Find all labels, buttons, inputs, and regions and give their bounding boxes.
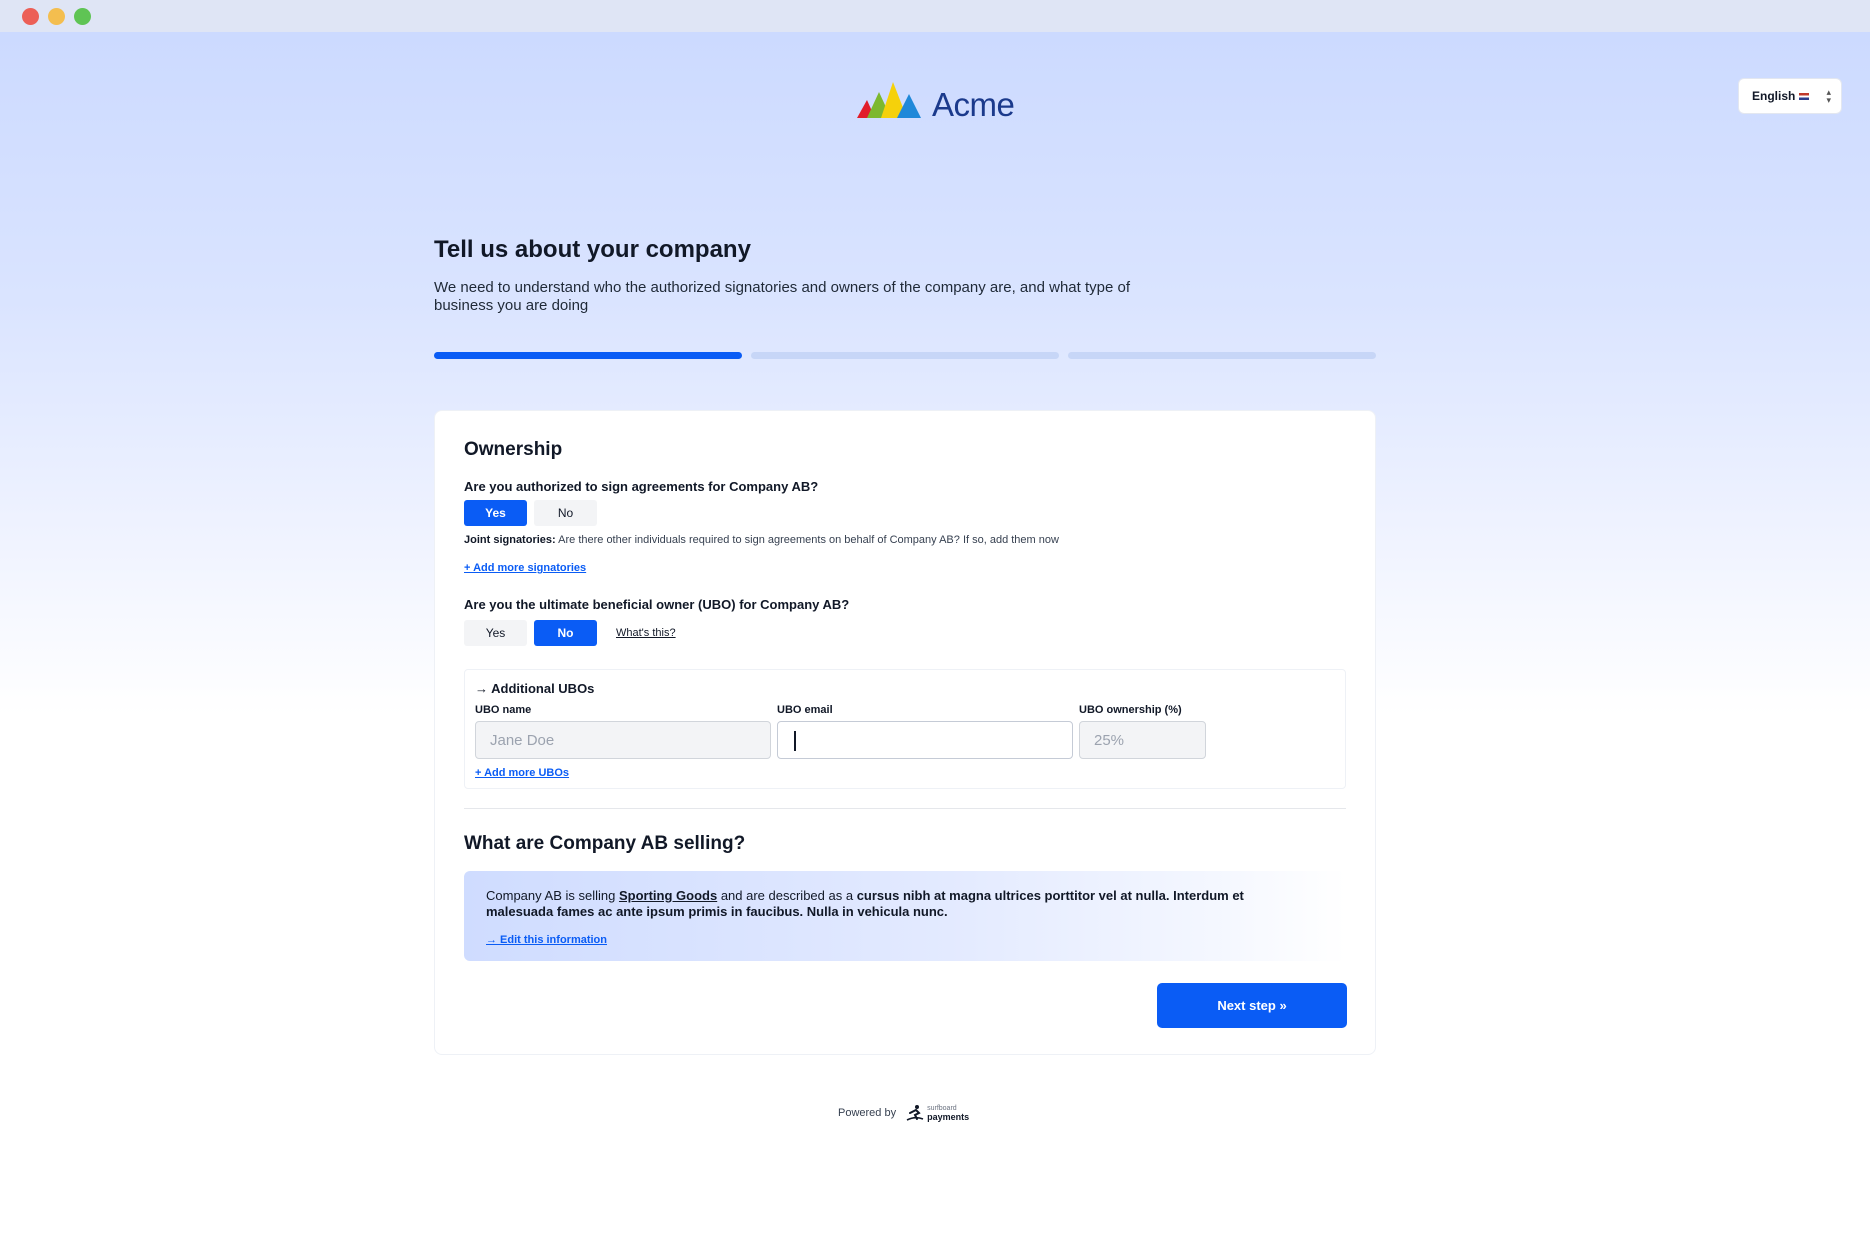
joint-signatories-text: Are there other individuals required to … xyxy=(558,534,1059,546)
authorized-no-button[interactable]: No xyxy=(534,500,597,526)
progress-step-1 xyxy=(434,352,742,359)
ubo-name-input[interactable] xyxy=(475,721,771,759)
partner-logo[interactable]: surfboard payments xyxy=(906,1104,969,1122)
selling-text-prefix: Company AB is selling xyxy=(486,888,616,903)
authorized-yes-button[interactable]: Yes xyxy=(464,500,527,526)
ownership-title: Ownership xyxy=(464,439,563,460)
progress-step-2 xyxy=(751,352,1059,359)
page-title: Tell us about your company xyxy=(434,236,751,263)
partner-name-bottom: payments xyxy=(927,1112,970,1122)
text-cursor xyxy=(794,731,796,751)
selling-category: Sporting Goods xyxy=(618,888,718,903)
powered-by-label: Powered by xyxy=(838,1107,897,1119)
uk-flag-icon xyxy=(1799,92,1810,100)
onboarding-card: Ownership Are you authorized to sign agr… xyxy=(434,410,1376,1055)
ubo-name-label: UBO name xyxy=(475,704,532,716)
authorized-question: Are you authorized to sign agreements fo… xyxy=(464,479,819,494)
ubo-email-input[interactable] xyxy=(777,721,1073,759)
joint-signatories-label: Joint signatories: xyxy=(464,534,556,546)
additional-ubos-panel: → Additional UBOs UBO name UBO email UBO… xyxy=(464,669,1346,789)
progress-step-3 xyxy=(1068,352,1376,359)
powered-by-footer: Powered by surfboard payments xyxy=(838,1104,969,1122)
surfer-icon xyxy=(906,1105,924,1121)
selling-info-panel: Company AB is selling Sporting Goods and… xyxy=(464,871,1346,961)
ubo-no-button[interactable]: No xyxy=(534,620,597,646)
add-signatories-link[interactable]: + Add more signatories xyxy=(464,562,586,574)
additional-ubos-title: → Additional UBOs xyxy=(475,681,595,696)
language-select[interactable]: English ▴ ▾ xyxy=(1738,78,1842,114)
language-label: English xyxy=(1752,89,1796,103)
maximize-window-icon[interactable] xyxy=(74,8,91,25)
close-window-icon[interactable] xyxy=(22,8,39,25)
ubo-ownership-label: UBO ownership (%) xyxy=(1079,704,1182,716)
next-step-button[interactable]: Next step » xyxy=(1157,983,1347,1028)
whats-this-link[interactable]: What's this? xyxy=(616,627,676,639)
selling-title: What are Company AB selling? xyxy=(464,833,746,854)
section-divider xyxy=(464,808,1346,809)
brand-name: Acme xyxy=(932,86,1015,123)
ubo-yes-button[interactable]: Yes xyxy=(464,620,527,646)
selling-text-middle: and are described as a xyxy=(720,888,854,903)
minimize-window-icon[interactable] xyxy=(48,8,65,25)
joint-signatories-note: Joint signatories: Are there other indiv… xyxy=(464,534,1059,546)
window-titlebar xyxy=(0,0,1870,32)
brand-logo: Acme xyxy=(855,80,1025,123)
ubo-ownership-input[interactable] xyxy=(1079,721,1206,759)
selling-description: Company AB is selling Sporting Goods and… xyxy=(486,888,1306,920)
ubo-question: Are you the ultimate beneficial owner (U… xyxy=(464,597,850,612)
edit-information-link[interactable]: → Edit this information xyxy=(486,934,607,946)
chevron-updown-icon: ▴ ▾ xyxy=(1826,87,1831,105)
page-subtitle: We need to understand who the authorized… xyxy=(434,279,1130,314)
mountains-logo-icon xyxy=(857,82,921,118)
add-more-ubos-link[interactable]: + Add more UBOs xyxy=(475,767,569,779)
ubo-email-label: UBO email xyxy=(777,704,833,716)
